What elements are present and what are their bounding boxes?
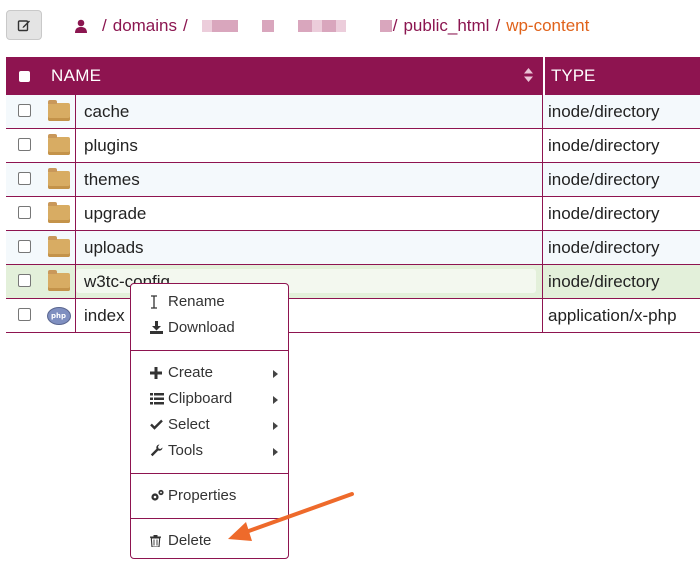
file-name[interactable]: themes [84, 170, 140, 190]
submenu-arrow-icon [273, 370, 278, 378]
menu-label: Clipboard [168, 390, 233, 407]
menu-separator [131, 518, 288, 519]
menu-label: Delete [168, 532, 212, 549]
file-name[interactable]: upgrade [84, 204, 146, 224]
select-all-checkbox[interactable] [6, 70, 42, 82]
menu-separator [131, 473, 288, 474]
menu-item-select[interactable]: Select [150, 416, 210, 433]
gears-icon [151, 489, 164, 501]
breadcrumb: / domains / / public_html / wp-content [74, 14, 589, 38]
table-row[interactable]: plugins inode/directory [6, 129, 700, 163]
check-icon [150, 419, 163, 430]
plus-icon [150, 366, 162, 379]
php-file-icon: php [46, 306, 71, 325]
text-cursor-icon [151, 294, 157, 309]
menu-item-clipboard[interactable]: Clipboard [150, 390, 232, 407]
file-name[interactable]: cache [84, 102, 129, 122]
submenu-arrow-icon [273, 448, 278, 456]
row-checkbox[interactable] [18, 206, 31, 219]
file-type: inode/directory [548, 272, 660, 291]
edit-path-button[interactable] [6, 10, 42, 40]
folder-icon [47, 235, 70, 257]
type-column-header[interactable]: TYPE [551, 66, 595, 86]
sort-icon[interactable] [524, 68, 533, 82]
menu-separator [131, 350, 288, 351]
file-type: inode/directory [548, 204, 660, 223]
folder-icon [47, 167, 70, 189]
menu-item-delete[interactable]: Delete [150, 532, 211, 549]
trash-icon [150, 534, 161, 547]
menu-label: Tools [168, 442, 204, 459]
row-checkbox[interactable] [18, 104, 31, 117]
menu-label: Rename [168, 293, 225, 310]
folder-icon [47, 133, 70, 155]
menu-item-rename[interactable]: Rename [150, 293, 225, 310]
column-divider[interactable] [543, 57, 545, 95]
breadcrumb-public-html[interactable]: public_html [403, 16, 489, 36]
breadcrumb-separator: / [392, 16, 398, 35]
row-checkbox[interactable] [18, 172, 31, 185]
breadcrumb-redacted-domain[interactable] [201, 20, 392, 32]
file-name[interactable]: plugins [84, 136, 138, 156]
row-checkbox[interactable] [18, 274, 31, 287]
row-checkbox[interactable] [18, 308, 31, 321]
file-type: inode/directory [548, 170, 660, 189]
breadcrumb-separator: / [183, 16, 188, 35]
file-name[interactable]: index [84, 306, 125, 326]
edit-icon [17, 20, 30, 32]
menu-item-tools[interactable]: Tools [150, 442, 203, 459]
table-header: NAME TYPE [6, 57, 700, 95]
file-type: inode/directory [548, 238, 660, 257]
submenu-arrow-icon [273, 422, 278, 430]
list-icon [150, 392, 164, 404]
file-name[interactable]: uploads [84, 238, 144, 258]
file-manager: / domains / / public_html / wp-content N… [0, 0, 700, 568]
row-checkbox[interactable] [18, 240, 31, 253]
file-type: inode/directory [548, 136, 660, 155]
table-row[interactable]: themes inode/directory [6, 163, 700, 197]
folder-icon [47, 99, 70, 121]
breadcrumb-domains[interactable]: domains [113, 16, 177, 36]
breadcrumb-current: wp-content [506, 16, 590, 35]
menu-label: Create [168, 364, 214, 381]
breadcrumb-separator: / [495, 16, 501, 35]
context-menu: Rename Download Create Clipboard Select … [130, 283, 289, 559]
folder-icon [47, 201, 70, 223]
file-type: inode/directory [548, 102, 660, 121]
menu-label: Download [168, 319, 235, 336]
table-row-selected[interactable]: w3tc-config inode/directory [6, 265, 700, 299]
table-row[interactable]: php index application/x-php [6, 299, 700, 333]
user-icon[interactable] [74, 19, 88, 34]
folder-icon [47, 269, 70, 291]
menu-item-properties[interactable]: Properties [150, 487, 236, 504]
table-row[interactable]: cache inode/directory [6, 95, 700, 129]
table-row[interactable]: upgrade inode/directory [6, 197, 700, 231]
menu-label: Properties [168, 487, 237, 504]
menu-label: Select [168, 416, 210, 433]
file-type: application/x-php [548, 306, 677, 325]
menu-item-create[interactable]: Create [150, 364, 213, 381]
name-column-header[interactable]: NAME [51, 66, 101, 86]
breadcrumb-separator: / [102, 16, 107, 35]
table-row[interactable]: uploads inode/directory [6, 231, 700, 265]
submenu-arrow-icon [273, 396, 278, 404]
download-icon [150, 321, 163, 334]
file-table: NAME TYPE cache inode/directory plugins … [6, 57, 700, 333]
row-checkbox[interactable] [18, 138, 31, 151]
wrench-icon [150, 444, 163, 457]
menu-item-download[interactable]: Download [150, 319, 235, 336]
